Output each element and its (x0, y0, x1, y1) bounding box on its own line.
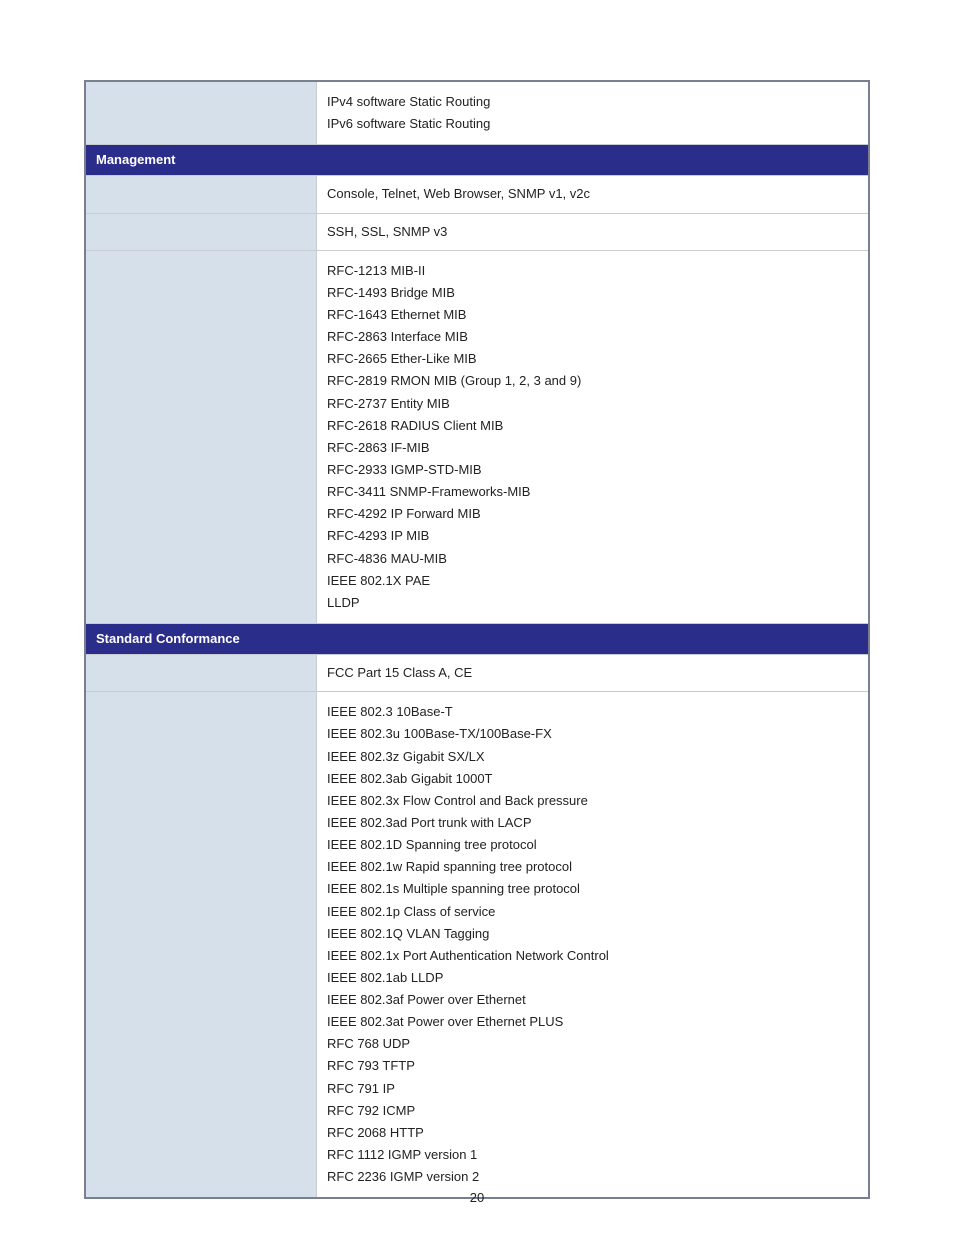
basic-mgmt-label (85, 176, 317, 213)
list-item: IEEE 802.3at Power over Ethernet PLUS (327, 1012, 858, 1032)
list-item: IEEE 802.3 10Base-T (327, 702, 858, 722)
compliance-value: IEEE 802.3 10Base-TIEEE 802.3u 100Base-T… (317, 692, 870, 1199)
list-item: RFC-2665 Ether-Like MIB (327, 349, 858, 369)
list-item: IEEE 802.1w Rapid spanning tree protocol (327, 857, 858, 877)
list-item: RFC-2618 RADIUS Client MIB (327, 416, 858, 436)
section-management: Management (85, 145, 869, 176)
spec-table: IPv4 software Static RoutingIPv6 softwar… (84, 80, 870, 1199)
regulatory-value: FCC Part 15 Class A, CE (317, 655, 870, 692)
list-item: RFC-4293 IP MIB (327, 526, 858, 546)
row-compliance: IEEE 802.3 10Base-TIEEE 802.3u 100Base-T… (85, 692, 869, 1199)
section-standard-conformance: Standard Conformance (85, 623, 869, 654)
list-item: RFC-1493 Bridge MIB (327, 283, 858, 303)
page-number: 20 (0, 1190, 954, 1205)
secure-mgmt-label (85, 213, 317, 250)
list-item: IEEE 802.1x Port Authentication Network … (327, 946, 858, 966)
list-item: RFC 792 ICMP (327, 1101, 858, 1121)
list-item: IEEE 802.1p Class of service (327, 902, 858, 922)
list-item: IEEE 802.1ab LLDP (327, 968, 858, 988)
row-routing: IPv4 software Static RoutingIPv6 softwar… (85, 81, 869, 145)
list-item: IEEE 802.3ab Gigabit 1000T (327, 769, 858, 789)
list-item: IEEE 802.1X PAE (327, 571, 858, 591)
list-item: RFC 2068 HTTP (327, 1123, 858, 1143)
list-item: RFC-4292 IP Forward MIB (327, 504, 858, 524)
list-item: RFC 793 TFTP (327, 1056, 858, 1076)
section-management-title: Management (85, 145, 869, 176)
list-item: RFC-2737 Entity MIB (327, 394, 858, 414)
list-item: IEEE 802.3x Flow Control and Back pressu… (327, 791, 858, 811)
list-item: RFC 2236 IGMP version 2 (327, 1167, 858, 1187)
routing-label (85, 81, 317, 145)
mibs-value: RFC-1213 MIB-IIRFC-1493 Bridge MIBRFC-16… (317, 250, 870, 623)
list-item: RFC 1112 IGMP version 1 (327, 1145, 858, 1165)
list-item: RFC-2933 IGMP-STD-MIB (327, 460, 858, 480)
list-item: IEEE 802.1Q VLAN Tagging (327, 924, 858, 944)
list-item: IEEE 802.1D Spanning tree protocol (327, 835, 858, 855)
list-item: IEEE 802.1s Multiple spanning tree proto… (327, 879, 858, 899)
section-standard-title: Standard Conformance (85, 623, 869, 654)
list-item: LLDP (327, 593, 858, 613)
routing-value: IPv4 software Static RoutingIPv6 softwar… (317, 81, 870, 145)
list-item: RFC-1643 Ethernet MIB (327, 305, 858, 325)
row-mibs: RFC-1213 MIB-IIRFC-1493 Bridge MIBRFC-16… (85, 250, 869, 623)
list-item: RFC 768 UDP (327, 1034, 858, 1054)
row-regulatory: FCC Part 15 Class A, CE (85, 655, 869, 692)
list-item: IEEE 802.3af Power over Ethernet (327, 990, 858, 1010)
list-item: RFC-3411 SNMP-Frameworks-MIB (327, 482, 858, 502)
list-item: IPv6 software Static Routing (327, 114, 858, 134)
secure-mgmt-value: SSH, SSL, SNMP v3 (317, 213, 870, 250)
list-item: RFC-4836 MAU-MIB (327, 549, 858, 569)
list-item: RFC-2819 RMON MIB (Group 1, 2, 3 and 9) (327, 371, 858, 391)
mibs-label (85, 250, 317, 623)
row-secure-mgmt: SSH, SSL, SNMP v3 (85, 213, 869, 250)
basic-mgmt-value: Console, Telnet, Web Browser, SNMP v1, v… (317, 176, 870, 213)
list-item: RFC-2863 Interface MIB (327, 327, 858, 347)
compliance-label (85, 692, 317, 1199)
list-item: RFC 791 IP (327, 1079, 858, 1099)
row-basic-mgmt: Console, Telnet, Web Browser, SNMP v1, v… (85, 176, 869, 213)
list-item: RFC-1213 MIB-II (327, 261, 858, 281)
list-item: RFC-2863 IF-MIB (327, 438, 858, 458)
list-item: IEEE 802.3z Gigabit SX/LX (327, 747, 858, 767)
list-item: IEEE 802.3ad Port trunk with LACP (327, 813, 858, 833)
regulatory-label (85, 655, 317, 692)
list-item: IEEE 802.3u 100Base-TX/100Base-FX (327, 724, 858, 744)
page: IPv4 software Static RoutingIPv6 softwar… (0, 0, 954, 1235)
list-item: IPv4 software Static Routing (327, 92, 858, 112)
